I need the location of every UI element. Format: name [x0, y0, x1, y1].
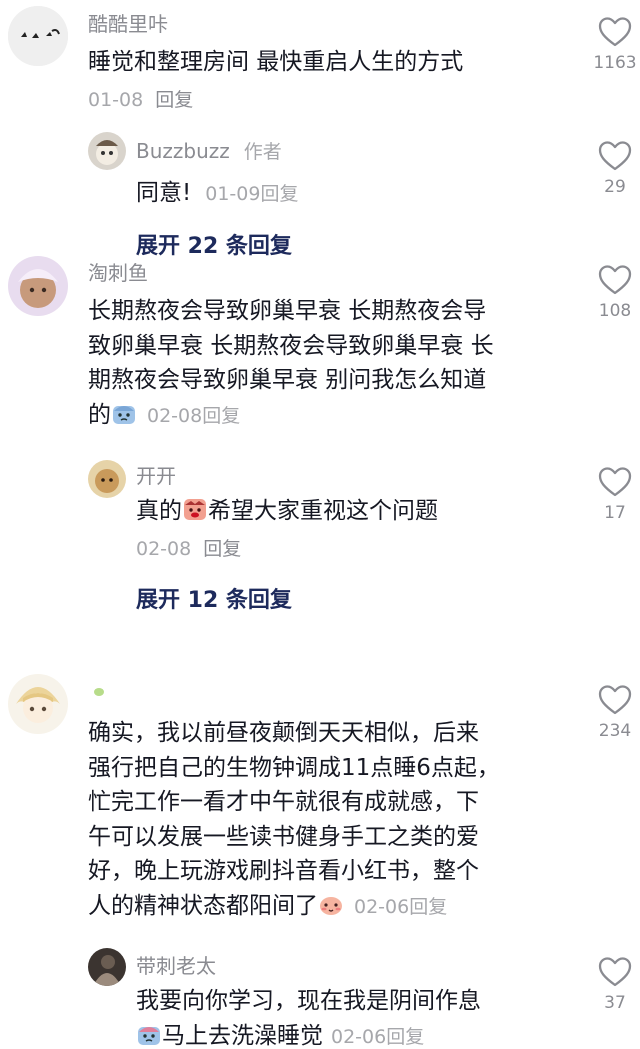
reply-button[interactable]: 回复: [260, 183, 298, 205]
reply-date: 02-06: [331, 1025, 387, 1048]
like-count: 1163: [593, 53, 637, 73]
like-button[interactable]: 37: [585, 956, 640, 1013]
reply-text-line-last: 马上去洗澡睡觉 02-06回复: [136, 1019, 481, 1049]
comment-text-line: 期熬夜会导致卵巢早衰 别问我怎么知道: [88, 367, 487, 393]
avatar[interactable]: [88, 948, 126, 986]
avatar[interactable]: [8, 674, 68, 734]
comment-date: 02-08: [147, 404, 203, 427]
reply-button[interactable]: 回复: [202, 405, 240, 427]
crying-face-emoji: [136, 1021, 162, 1047]
reply-text: 真的 希望大家重视这个问题: [136, 494, 438, 529]
username-sticker: [94, 688, 104, 696]
comment-text-line: 午可以发展一些读书健身手工之类的爱: [88, 823, 479, 850]
comment-text: 睡觉和整理房间 最快重启人生的方式: [88, 49, 464, 75]
heart-outline-icon: [598, 141, 632, 171]
comment-date: 02-06: [354, 895, 410, 918]
author-tag: 作者: [243, 141, 282, 163]
comment-text-line: 致卵巢早衰 长期熬夜会导致卵巢早衰 长: [88, 332, 494, 359]
crying-face-emoji: [111, 400, 137, 426]
like-count: 17: [604, 503, 626, 523]
comment-text-line: 确实，我以前昼夜颠倒天天相似，后来: [88, 720, 479, 746]
comment-text-line-last: 的 02-08回复: [88, 398, 494, 434]
expand-replies-button[interactable]: 展开 22 条回复: [136, 228, 292, 260]
comment-text: 长期熬夜会导致卵巢早衰 长期熬夜会导 致卵巢早衰 长期熬夜会导致卵巢早衰 长 期…: [88, 294, 494, 433]
reply-text-end: 希望大家重视这个问题: [208, 498, 438, 524]
reply-button[interactable]: 回复: [409, 896, 447, 918]
avatar[interactable]: [88, 132, 126, 170]
comment-text-line-last: 人的精神状态都阳间了 02-06回复: [88, 889, 500, 925]
like-button[interactable]: 29: [585, 140, 640, 197]
reply-text: 我要向你学习，现在我是阴间作息 马上去洗澡睡觉 02-06回复: [136, 984, 481, 1049]
comment-text-line: 好，晚上玩游戏刷抖音看小红书，整个: [88, 858, 479, 884]
comment-text-end: 人的精神状态都阳间了: [88, 892, 318, 919]
heart-outline-icon: [598, 265, 632, 295]
heart-outline-icon: [598, 685, 632, 715]
reply-username[interactable]: Buzzbuzz 作者: [136, 137, 282, 164]
like-count: 29: [604, 177, 626, 197]
heart-outline-icon: [598, 957, 632, 987]
angry-face-emoji: [182, 496, 208, 522]
comment-text-line: 强行把自己的生物钟调成11点睡6点起，: [88, 754, 500, 781]
reply-button[interactable]: 回复: [155, 89, 193, 111]
reply-meta: 02-08 回复: [136, 534, 241, 561]
like-count: 108: [598, 301, 632, 321]
like-button[interactable]: 1163: [585, 16, 640, 73]
reply-text: 同意!: [136, 180, 192, 206]
reply-button[interactable]: 回复: [386, 1026, 424, 1048]
reply-text-end: 马上去洗澡睡觉: [162, 1022, 323, 1049]
expand-replies-button[interactable]: 展开 12 条回复: [136, 582, 292, 614]
like-button[interactable]: 108: [585, 264, 640, 321]
reply-button[interactable]: 回复: [203, 538, 241, 560]
avatar[interactable]: [8, 6, 68, 66]
comment-text-line: 忙完工作一看才中午就很有成就感，下: [88, 789, 479, 815]
reply-text-start: 真的: [136, 498, 182, 524]
comment-text-end: 的: [88, 401, 111, 428]
heart-outline-icon: [598, 467, 632, 497]
reply-content-line: 同意! 01-09回复: [136, 173, 298, 207]
like-count: 37: [604, 993, 626, 1013]
avatar[interactable]: [8, 256, 68, 316]
comment-username[interactable]: 淘刺鱼: [88, 257, 148, 286]
reply-username[interactable]: 开开: [136, 460, 176, 489]
comment-date: 01-08: [88, 89, 144, 111]
reply-username-text[interactable]: Buzzbuzz: [136, 139, 230, 163]
reply-username[interactable]: 带刺老太: [136, 950, 216, 979]
reply-text-line: 我要向你学习，现在我是阴间作息: [136, 988, 481, 1014]
comment-username[interactable]: 酷酷里咔: [88, 8, 168, 37]
reply-date: 01-09: [205, 183, 261, 205]
comment-meta: 01-08 回复: [88, 85, 193, 112]
like-button[interactable]: 17: [585, 466, 640, 523]
avatar[interactable]: [88, 460, 126, 498]
like-count: 234: [598, 721, 632, 741]
like-button[interactable]: 234: [585, 684, 640, 741]
comment-text: 确实，我以前昼夜颠倒天天相似，后来 强行把自己的生物钟调成11点睡6点起， 忙完…: [88, 716, 500, 924]
heart-outline-icon: [598, 17, 632, 47]
comment-text-line: 长期熬夜会导致卵巢早衰 长期熬夜会导: [88, 298, 487, 324]
reply-date: 02-08: [136, 538, 192, 560]
blushing-face-emoji: [318, 891, 344, 917]
